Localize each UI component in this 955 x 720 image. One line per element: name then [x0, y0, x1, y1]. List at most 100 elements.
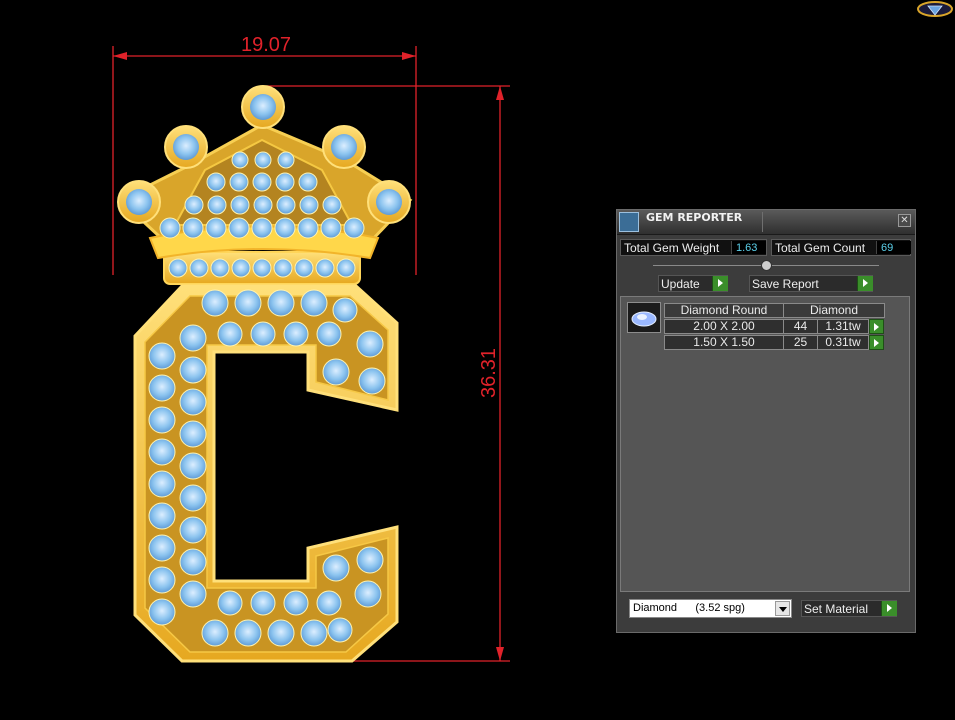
table-header-material: Diamond: [783, 303, 885, 318]
slider-handle[interactable]: [761, 260, 772, 271]
gem-stone: [148, 374, 176, 402]
gem-stone: [168, 258, 188, 278]
gem-stone: [322, 358, 350, 386]
gem-stone: [148, 534, 176, 562]
gem-reporter-icon: [619, 212, 639, 232]
update-button[interactable]: Update: [658, 275, 728, 292]
gem-stone: [189, 258, 209, 278]
total-gem-weight-value: 1.63: [731, 241, 766, 254]
gem-stone: [148, 406, 176, 434]
close-icon[interactable]: ✕: [898, 214, 911, 227]
gem-stone: [315, 258, 335, 278]
gem-stone: [228, 217, 250, 239]
panel-title: GEM REPORTER: [646, 211, 743, 224]
gem-stone: [327, 617, 353, 643]
gem-stone: [358, 367, 386, 395]
row-size: 2.00 X 2.00: [664, 319, 784, 334]
gem-stone: [207, 195, 227, 215]
gem-stone: [201, 619, 229, 647]
gem-stone: [316, 321, 342, 347]
gem-report-area: Diamond Round Diamond 2.00 X 2.00 44 1.3…: [620, 296, 910, 592]
gem-stone: [229, 172, 249, 192]
gem-stone: [148, 566, 176, 594]
material-dropdown[interactable]: Diamond (3.52 spg): [629, 599, 792, 618]
letter-c-model: [133, 284, 399, 663]
gem-stone: [179, 420, 207, 448]
gem-stone: [148, 342, 176, 370]
gem-stone: [179, 388, 207, 416]
gem-stone: [299, 195, 319, 215]
gem-stone: [231, 258, 251, 278]
dimension-width-label: 19.07: [241, 34, 291, 56]
gem-stone: [300, 289, 328, 317]
gem-stone: [179, 324, 207, 352]
gem-stone: [206, 172, 226, 192]
gem-stone: [234, 289, 262, 317]
save-report-button[interactable]: Save Report: [749, 275, 873, 292]
row-weight: 0.31tw: [817, 335, 869, 350]
gem-stone: [148, 438, 176, 466]
gem-stone: [274, 217, 296, 239]
gem-stone: [283, 321, 309, 347]
gem-stone: [267, 289, 295, 317]
gem-stone: [354, 580, 382, 608]
panel-titlebar[interactable]: GEM REPORTER ✕: [617, 210, 915, 235]
gem-stone: [276, 195, 296, 215]
total-gem-count-label: Total Gem Count: [775, 241, 866, 255]
gem-stone: [294, 258, 314, 278]
gem-stone: [182, 217, 204, 239]
row-select-button[interactable]: [869, 335, 884, 350]
gem-stone: [332, 297, 358, 323]
gem-stone: [343, 217, 365, 239]
gem-stone: [253, 195, 273, 215]
play-icon: [712, 276, 728, 291]
row-weight: 1.31tw: [817, 319, 869, 334]
logo-icon: [917, 1, 953, 17]
chevron-down-icon[interactable]: [775, 601, 790, 616]
gem-stone: [275, 172, 295, 192]
gem-stone: [231, 151, 249, 169]
gem-stone: [210, 258, 230, 278]
gem-stone: [298, 172, 318, 192]
gem-stone: [316, 590, 342, 616]
gem-stone: [159, 217, 181, 239]
gem-stone: [148, 598, 176, 626]
gem-stone: [148, 470, 176, 498]
gem-stone: [217, 321, 243, 347]
gem-stone: [300, 619, 328, 647]
gem-stone: [251, 217, 273, 239]
gem-stone: [217, 590, 243, 616]
table-header-shape: Diamond Round: [664, 303, 784, 318]
gem-stone: [320, 217, 342, 239]
titlebar-divider: [762, 212, 763, 232]
gem-stone: [179, 580, 207, 608]
gem-stone: [254, 151, 272, 169]
gem-stone: [252, 172, 272, 192]
gem-stone: [230, 195, 250, 215]
gem-stone: [283, 590, 309, 616]
gem-stone: [273, 258, 293, 278]
gem-stone: [356, 546, 384, 574]
material-dropdown-value: Diamond (3.52 spg): [633, 602, 745, 614]
row-count: 44: [783, 319, 818, 334]
gem-stone: [201, 289, 229, 317]
gem-stone: [184, 195, 204, 215]
set-material-label: Set Material: [804, 602, 869, 616]
diamond-thumbnail-icon: [627, 302, 661, 333]
dimension-height-label: 36.31: [478, 348, 500, 398]
gem-stone: [179, 484, 207, 512]
gem-stone: [250, 590, 276, 616]
set-material-button[interactable]: Set Material: [801, 600, 897, 617]
row-select-button[interactable]: [869, 319, 884, 334]
gem-reporter-panel: GEM REPORTER ✕ Total Gem Weight 1.63 Tot…: [616, 209, 916, 633]
crown-model: [117, 85, 413, 285]
gem-stone: [179, 516, 207, 544]
gem-stone: [252, 258, 272, 278]
save-report-label: Save Report: [752, 277, 819, 291]
total-gem-count-box: Total Gem Count 69: [771, 239, 911, 256]
gem-stone: [356, 330, 384, 358]
update-label: Update: [661, 277, 700, 291]
gem-stone: [267, 619, 295, 647]
row-count: 25: [783, 335, 818, 350]
play-icon: [857, 276, 873, 291]
